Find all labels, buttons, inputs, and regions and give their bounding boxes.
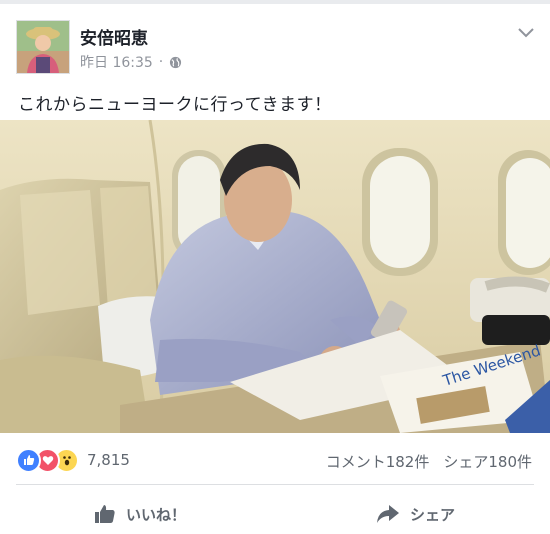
like-icon [16,447,41,473]
share-count[interactable]: シェア180件 [443,451,532,472]
thumbs-up-icon [95,505,115,523]
post-meta: 昨日 16:35 · [80,52,182,72]
reactions-summary[interactable]: 7,815 [16,447,130,473]
globe-icon[interactable] [169,56,182,69]
post-stats: コメント182件 シェア180件 [326,451,532,472]
post-text: これからニューヨークに行ってきます！ [18,95,332,115]
post-card: 安倍昭恵 昨日 16:35 · これからニューヨークに行ってきます！ The W… [0,4,550,534]
avatar[interactable] [16,20,70,74]
post-photo[interactable]: The Weekend [0,120,550,433]
share-button-label: シェア [410,505,456,524]
comment-count[interactable]: コメント182件 [326,451,430,472]
author-name[interactable]: 安倍昭恵 [80,24,148,49]
post-timestamp[interactable]: 昨日 16:35 [80,52,153,72]
chevron-down-icon[interactable] [516,26,536,40]
meta-separator: · [158,54,164,70]
share-button[interactable]: シェア [376,500,455,528]
reaction-count: 7,815 [87,451,130,469]
divider [16,484,534,485]
like-button-label: いいね！ [126,505,187,524]
like-button[interactable]: いいね！ [94,500,186,528]
share-arrow-icon [377,505,399,523]
